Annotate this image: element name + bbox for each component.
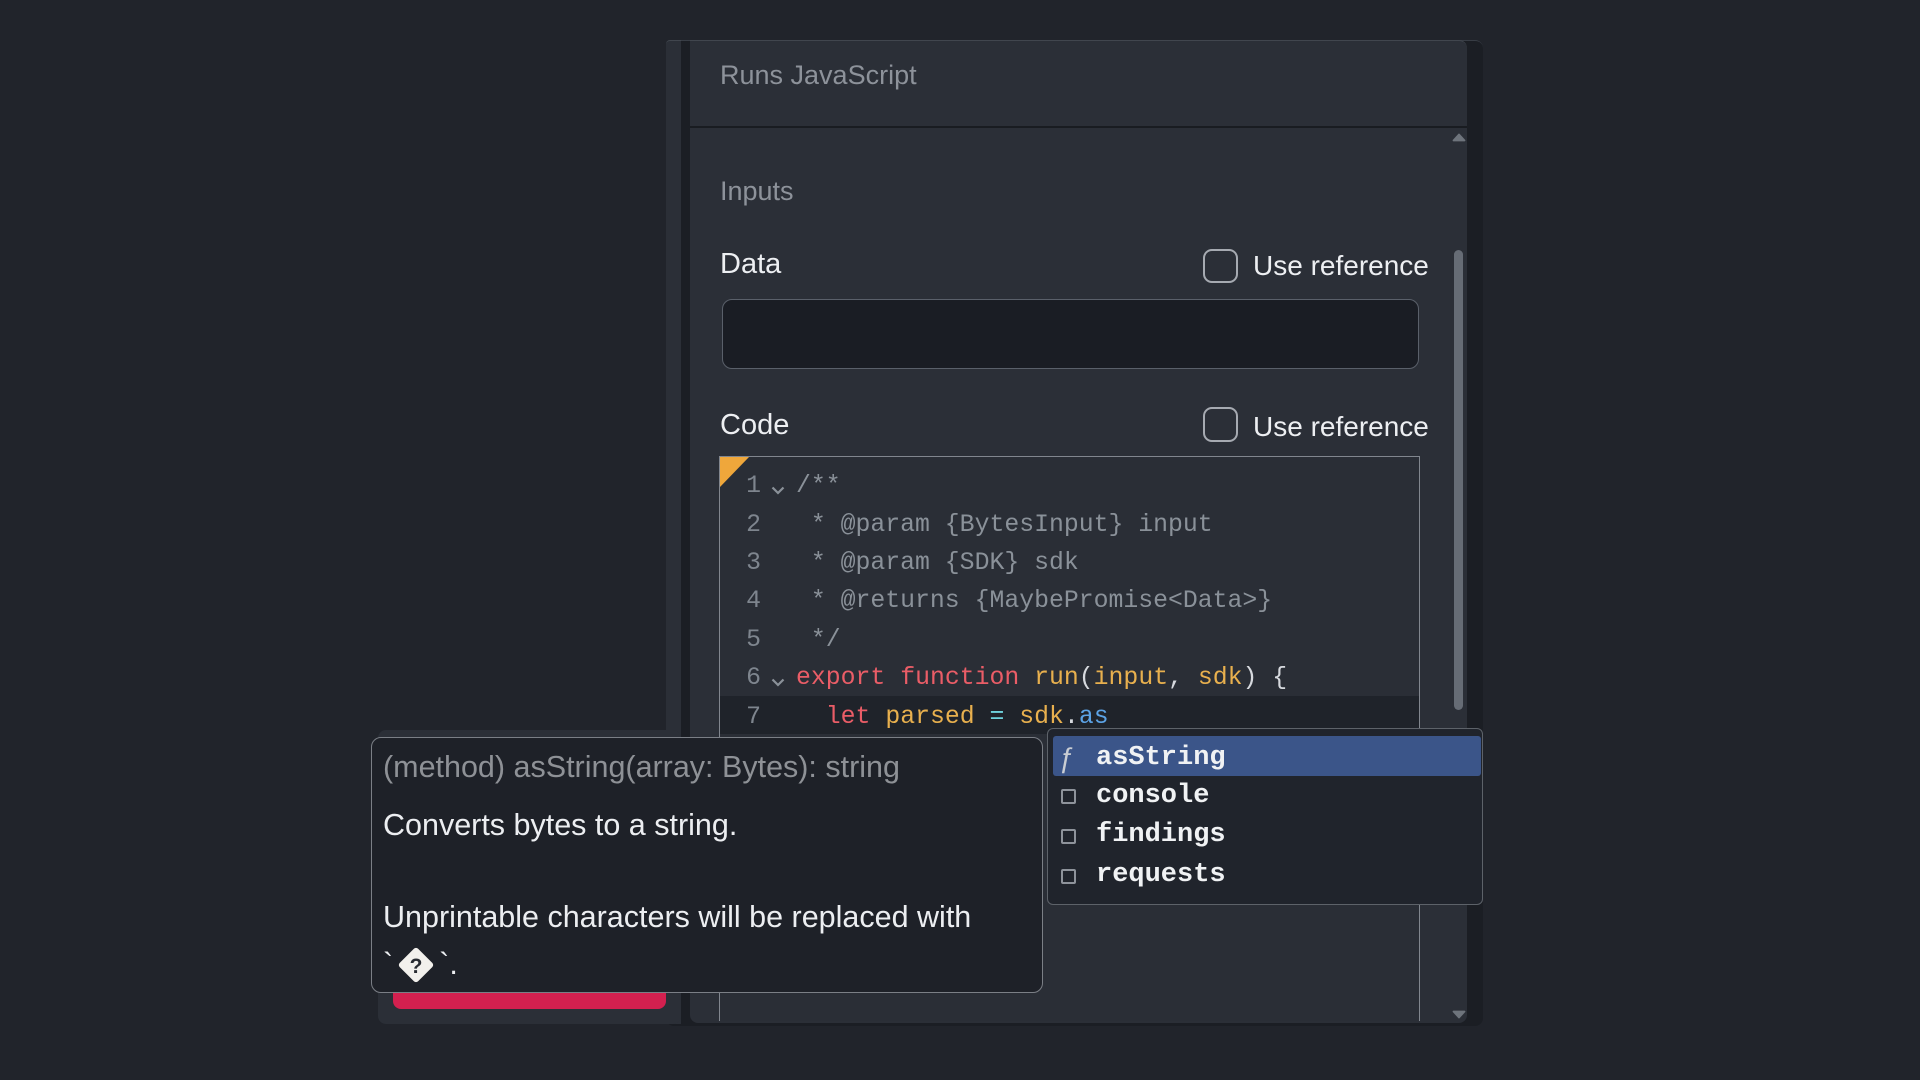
svg-text:?: ? bbox=[410, 955, 423, 978]
